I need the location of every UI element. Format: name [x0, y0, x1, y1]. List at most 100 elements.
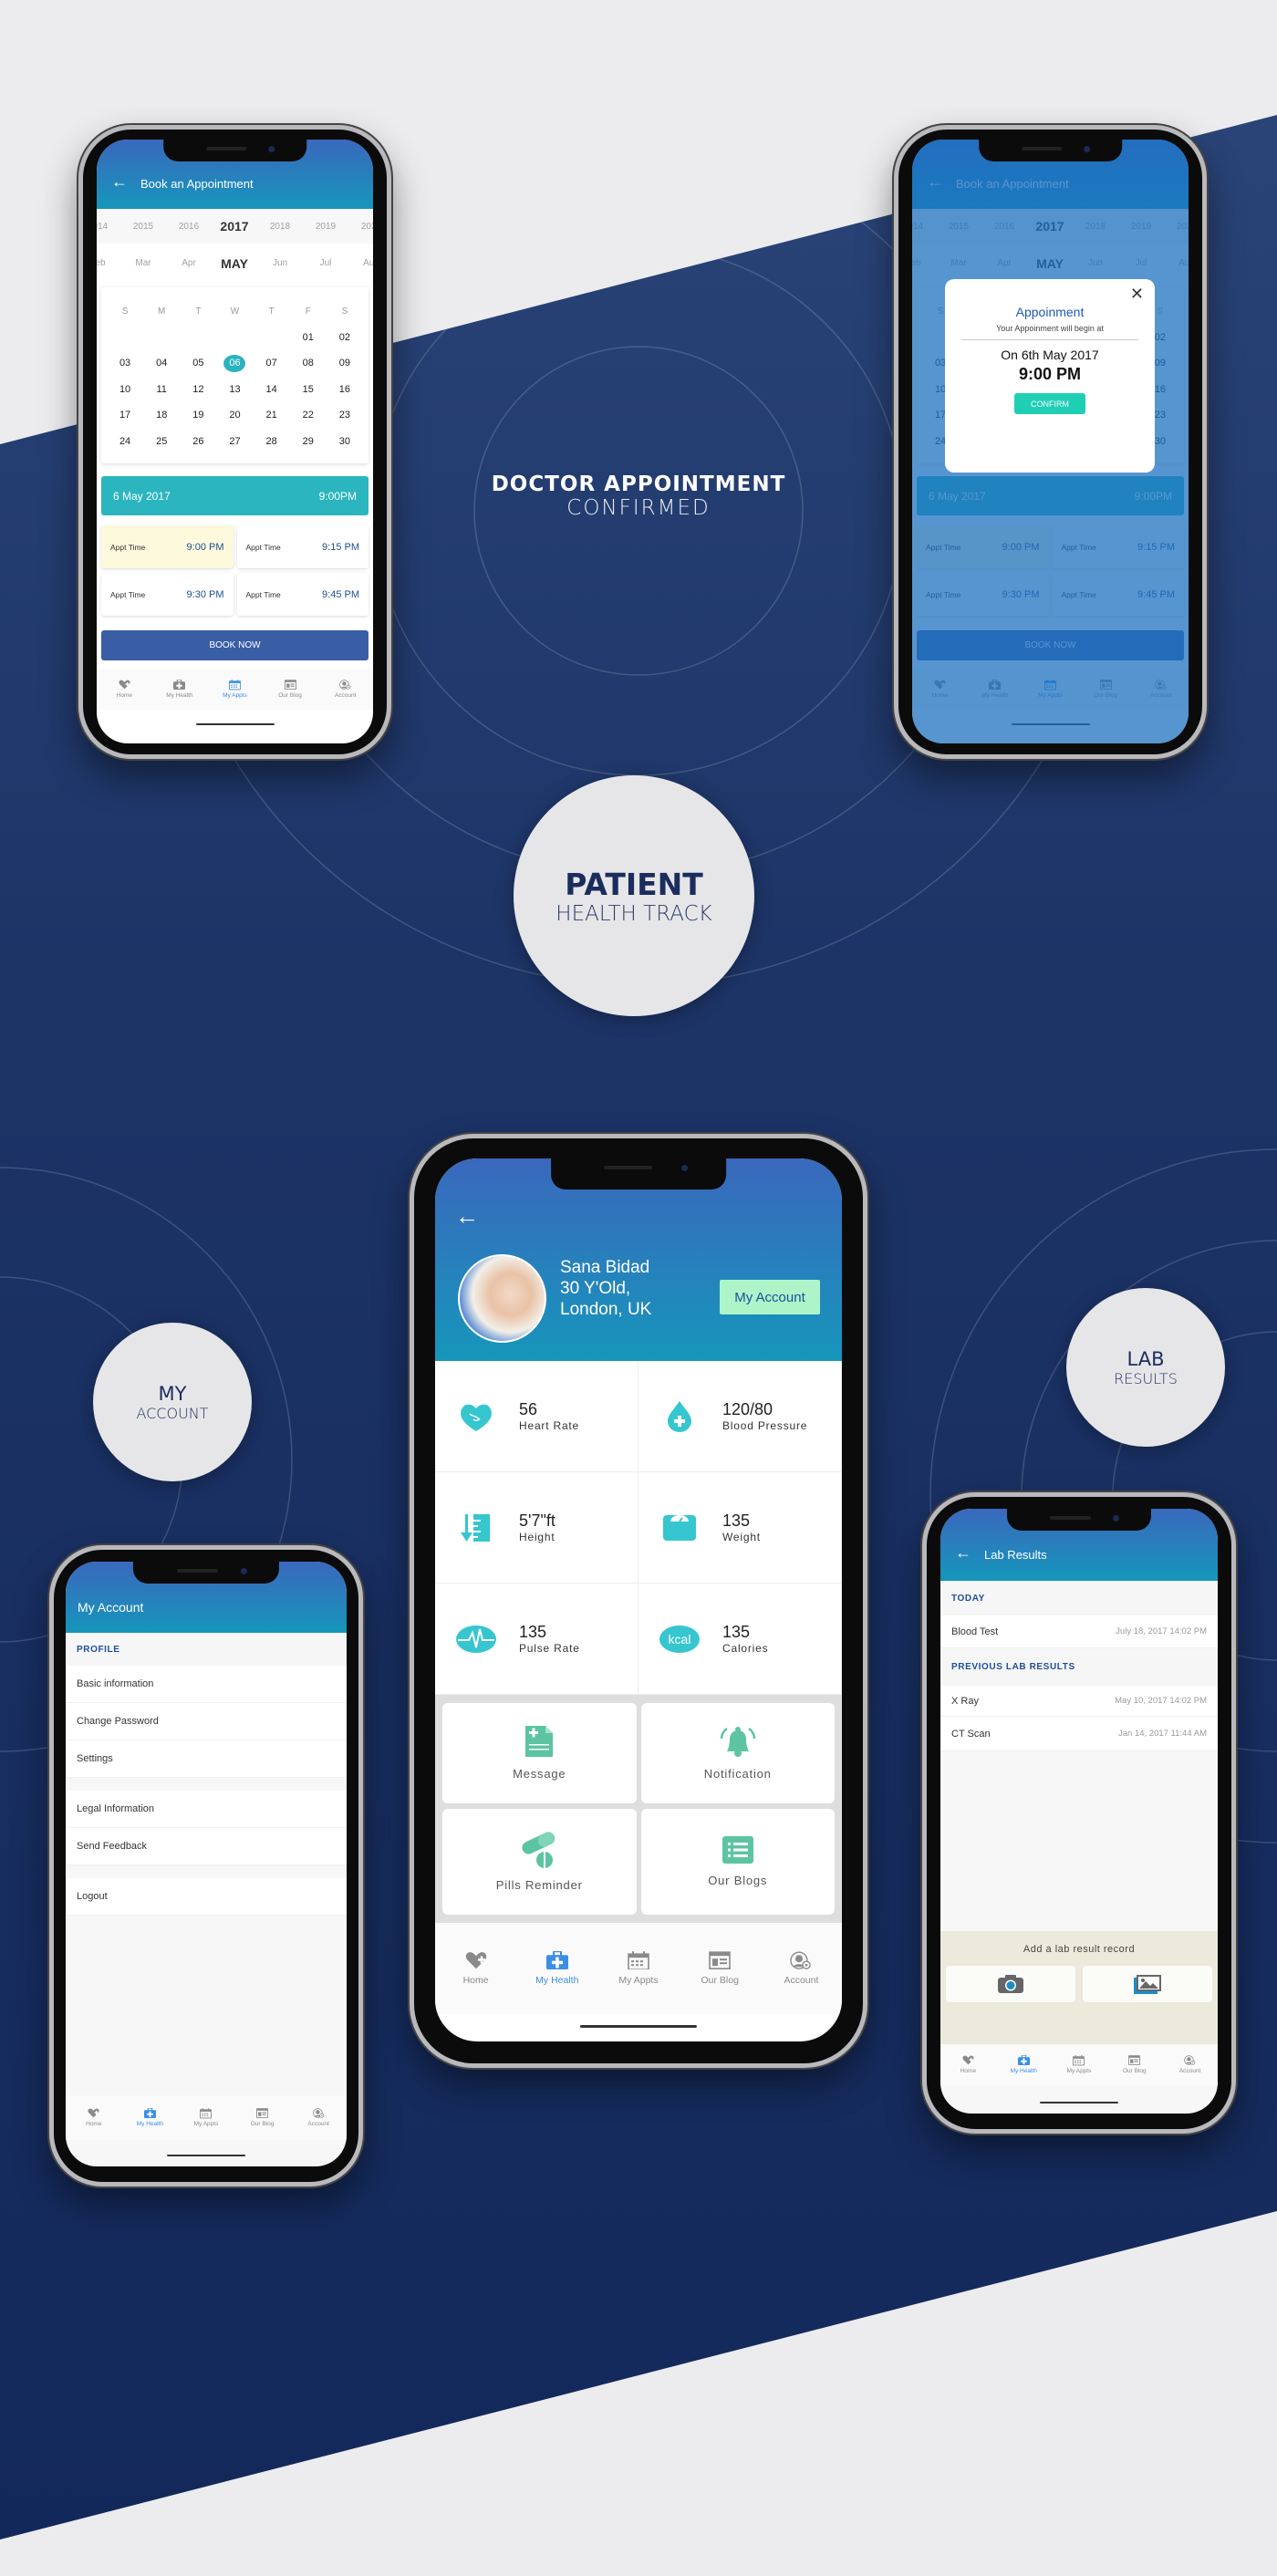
stat-pulse-rate[interactable]: 135 Pulse Rate	[435, 1584, 638, 1695]
calendar-day[interactable]: 07	[254, 350, 290, 377]
back-arrow-icon[interactable]: ←	[955, 1543, 971, 1563]
menu-item-send-feedback[interactable]: Send Feedback	[66, 1828, 347, 1865]
month-option[interactable]: Jul	[303, 258, 348, 268]
menu-item-logout[interactable]: Logout	[66, 1878, 347, 1916]
tab-home[interactable]: Home	[66, 2108, 122, 2127]
month-option[interactable]: Jun	[257, 258, 303, 268]
calendar-day[interactable]: 24	[107, 429, 143, 455]
calendar-day[interactable]: 01	[290, 325, 327, 351]
year-picker[interactable]: 2014201520162017201820192020	[97, 209, 373, 244]
calendar-day[interactable]: 28	[254, 429, 290, 455]
close-icon[interactable]: ✕	[1130, 285, 1144, 304]
tab-our-blog[interactable]: Our Blog	[1106, 2055, 1162, 2074]
book-now-button[interactable]: BOOK NOW	[101, 630, 369, 660]
tab-my-appts[interactable]: My Appts	[1052, 2055, 1107, 2074]
calendar-day[interactable]: 25	[143, 429, 180, 455]
year-option[interactable]: 2017	[212, 219, 257, 234]
year-option[interactable]: 2014	[97, 222, 120, 232]
stat-weight[interactable]: 135 Weight	[638, 1472, 842, 1584]
calendar-day[interactable]: 19	[180, 402, 216, 429]
tab-home[interactable]: Home	[940, 2055, 996, 2074]
back-arrow-icon[interactable]: ←	[455, 1202, 479, 1231]
month-option[interactable]: MAY	[212, 256, 257, 271]
tile-pills-reminder[interactable]: Pills Reminder	[442, 1809, 637, 1915]
calendar-day[interactable]: 20	[216, 402, 253, 429]
lab-result-row[interactable]: CT Scan Jan 14, 2017 11:44 AM	[940, 1717, 1218, 1751]
tab-account[interactable]: Account	[761, 1951, 842, 1986]
back-arrow-icon[interactable]: ←	[111, 172, 128, 192]
tab-my-health[interactable]: My Health	[122, 2108, 179, 2127]
calendar-day[interactable]: 03	[107, 350, 143, 377]
menu-item-legal-information[interactable]: Legal Information	[66, 1791, 347, 1828]
tab-my-appts[interactable]: My Appts	[597, 1950, 679, 1986]
tab-account[interactable]: Account	[317, 680, 373, 699]
calendar-day[interactable]: 27	[216, 429, 253, 455]
gallery-button[interactable]	[1083, 1966, 1212, 2002]
calendar-day[interactable]: 12	[180, 377, 216, 403]
month-picker[interactable]: FebMarAprMAYJunJulAug	[97, 244, 373, 283]
tab-account[interactable]: Account	[1162, 2055, 1218, 2074]
menu-item-settings[interactable]: Settings	[66, 1740, 347, 1778]
stat-height[interactable]: 5'7"ft Height	[435, 1472, 638, 1584]
tab-account[interactable]: Account	[290, 2108, 347, 2127]
menu-item-basic-information[interactable]: Basic information	[66, 1666, 347, 1703]
stat-calories[interactable]: kcal 135 Calories	[638, 1584, 842, 1695]
calendar-day[interactable]: 02	[327, 325, 363, 351]
year-option[interactable]: 2015	[120, 222, 166, 232]
calendar-day[interactable]: 22	[290, 402, 327, 429]
calendar-day[interactable]: 09	[327, 350, 363, 377]
empty-day	[254, 325, 290, 351]
menu-item-change-password[interactable]: Change Password	[66, 1703, 347, 1740]
tab-home[interactable]: Home	[97, 680, 152, 699]
stat-heart-rate[interactable]: 56 Heart Rate	[435, 1361, 638, 1472]
calendar-day[interactable]: 08	[290, 350, 327, 377]
year-option[interactable]: 2020	[348, 222, 373, 232]
time-slot[interactable]: Appt Time 9:45 PM	[236, 573, 369, 616]
tile-our-blogs[interactable]: Our Blogs	[640, 1809, 835, 1915]
month-option[interactable]: Mar	[120, 258, 166, 268]
tab-our-blog[interactable]: Our Blog	[234, 2108, 291, 2127]
calendar-day[interactable]: 16	[327, 377, 363, 403]
lab-result-row[interactable]: Blood Test July 18, 2017 14:02 PM	[940, 1615, 1218, 1648]
calendar-day[interactable]: 26	[180, 429, 216, 455]
month-option[interactable]: Feb	[97, 258, 120, 268]
camera-button[interactable]	[946, 1966, 1075, 2002]
confirm-button[interactable]: CONFIRM	[1014, 393, 1085, 414]
lab-result-row[interactable]: X Ray May 10, 2017 14:02 PM	[940, 1686, 1218, 1717]
month-option[interactable]: Apr	[166, 258, 212, 268]
calendar-day[interactable]: 17	[107, 402, 143, 429]
time-slot[interactable]: Appt Time 9:30 PM	[101, 573, 234, 616]
tab-my-health[interactable]: My Health	[152, 680, 208, 699]
tab-my-health[interactable]: My Health	[996, 2055, 1052, 2074]
tab-our-blog[interactable]: Our Blog	[680, 1951, 761, 1986]
my-account-button[interactable]: My Account	[720, 1280, 820, 1314]
year-option[interactable]: 2019	[303, 222, 348, 232]
calendar-day[interactable]: 11	[143, 377, 180, 403]
calendar-day[interactable]: 13	[216, 377, 253, 403]
time-slot[interactable]: Appt Time 9:15 PM	[236, 525, 369, 568]
calendar-day[interactable]: 29	[290, 429, 327, 455]
calendar-day[interactable]: 15	[290, 377, 327, 403]
month-option[interactable]: Aug	[348, 258, 373, 268]
time-slot[interactable]: Appt Time 9:00 PM	[101, 525, 234, 568]
tab-my-appts[interactable]: My Appts	[207, 680, 263, 699]
calendar-day[interactable]: 23	[327, 402, 363, 429]
tab-our-blog[interactable]: Our Blog	[263, 680, 318, 699]
stat-blood-pressure[interactable]: 120/80 Blood Pressure	[638, 1361, 842, 1472]
calendar-day[interactable]: 04	[143, 350, 180, 377]
menu-item-label: Settings	[77, 1753, 113, 1764]
calendar-day[interactable]: 18	[143, 402, 180, 429]
tab-home[interactable]: Home	[435, 1951, 516, 1986]
calendar-day[interactable]: 10	[107, 377, 143, 403]
calendar-day[interactable]: 05	[180, 350, 216, 377]
tile-notification[interactable]: Notification	[640, 1703, 835, 1803]
calendar-day-selected[interactable]: 06	[216, 350, 253, 377]
tile-message[interactable]: Message	[442, 1703, 637, 1803]
calendar-day[interactable]: 21	[254, 402, 290, 429]
tab-my-appts[interactable]: My Appts	[178, 2108, 234, 2127]
tab-my-health[interactable]: My Health	[516, 1950, 597, 1986]
year-option[interactable]: 2018	[257, 222, 303, 232]
calendar-day[interactable]: 14	[254, 377, 290, 403]
calendar-day[interactable]: 30	[327, 429, 363, 455]
year-option[interactable]: 2016	[166, 222, 212, 232]
